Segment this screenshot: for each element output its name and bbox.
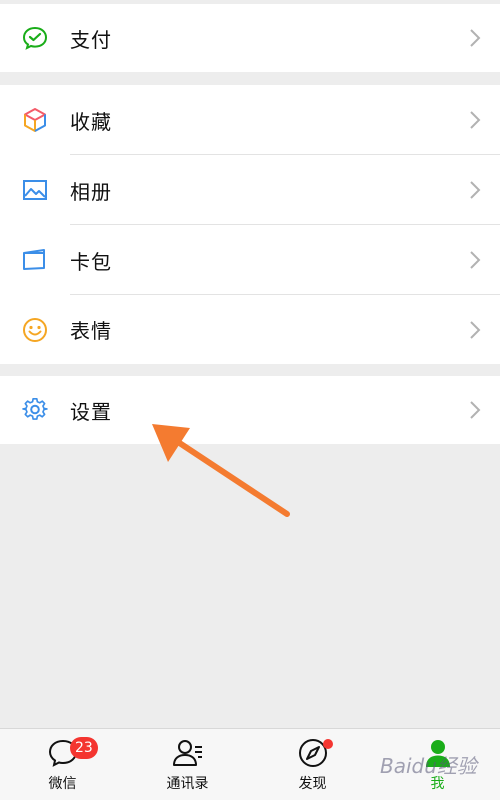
gear-icon	[22, 397, 48, 423]
chevron-right-icon	[470, 251, 481, 269]
menu-item-label: 设置	[70, 399, 112, 424]
tab-label: 通讯录	[166, 776, 209, 792]
tab-discover[interactable]: 发现	[250, 729, 375, 800]
menu-group-features: 收藏 相册 卡包 表情	[0, 85, 500, 364]
smiley-face-icon	[22, 317, 48, 343]
chevron-right-icon	[470, 181, 481, 199]
chevron-right-icon	[470, 401, 481, 419]
chevron-right-icon	[470, 320, 481, 339]
menu-item-label: 收藏	[70, 109, 112, 134]
favorites-cube-icon	[22, 107, 48, 133]
menu-group-settings: 设置	[0, 376, 500, 444]
wechat-pay-icon	[22, 25, 48, 51]
menu-item-cards[interactable]: 卡包	[0, 225, 500, 295]
tab-label: 发现	[298, 776, 327, 792]
unread-badge: 23	[70, 737, 98, 759]
contacts-person-icon	[172, 740, 202, 766]
tab-contacts[interactable]: 通讯录	[125, 729, 250, 800]
menu-item-label: 支付	[70, 27, 112, 52]
menu-item-label: 表情	[70, 319, 112, 343]
menu-item-album[interactable]: 相册	[0, 155, 500, 225]
menu-item-label: 卡包	[70, 249, 112, 274]
tab-chats[interactable]: 23 微信	[0, 729, 125, 800]
menu-item-pay[interactable]: 支付	[0, 4, 500, 72]
card-wallet-icon	[22, 247, 48, 273]
menu-item-stickers[interactable]: 表情	[0, 295, 500, 364]
new-content-dot	[323, 739, 333, 749]
chevron-right-icon	[470, 111, 481, 129]
menu-item-label: 相册	[70, 179, 112, 204]
menu-item-favorites[interactable]: 收藏	[0, 85, 500, 155]
tab-label: 微信	[48, 776, 77, 792]
menu-item-settings[interactable]: 设置	[0, 376, 500, 444]
menu-group-pay: 支付	[0, 4, 500, 72]
album-picture-icon	[22, 177, 48, 203]
watermark: Baidu经验	[380, 754, 477, 778]
chevron-right-icon	[470, 29, 481, 47]
